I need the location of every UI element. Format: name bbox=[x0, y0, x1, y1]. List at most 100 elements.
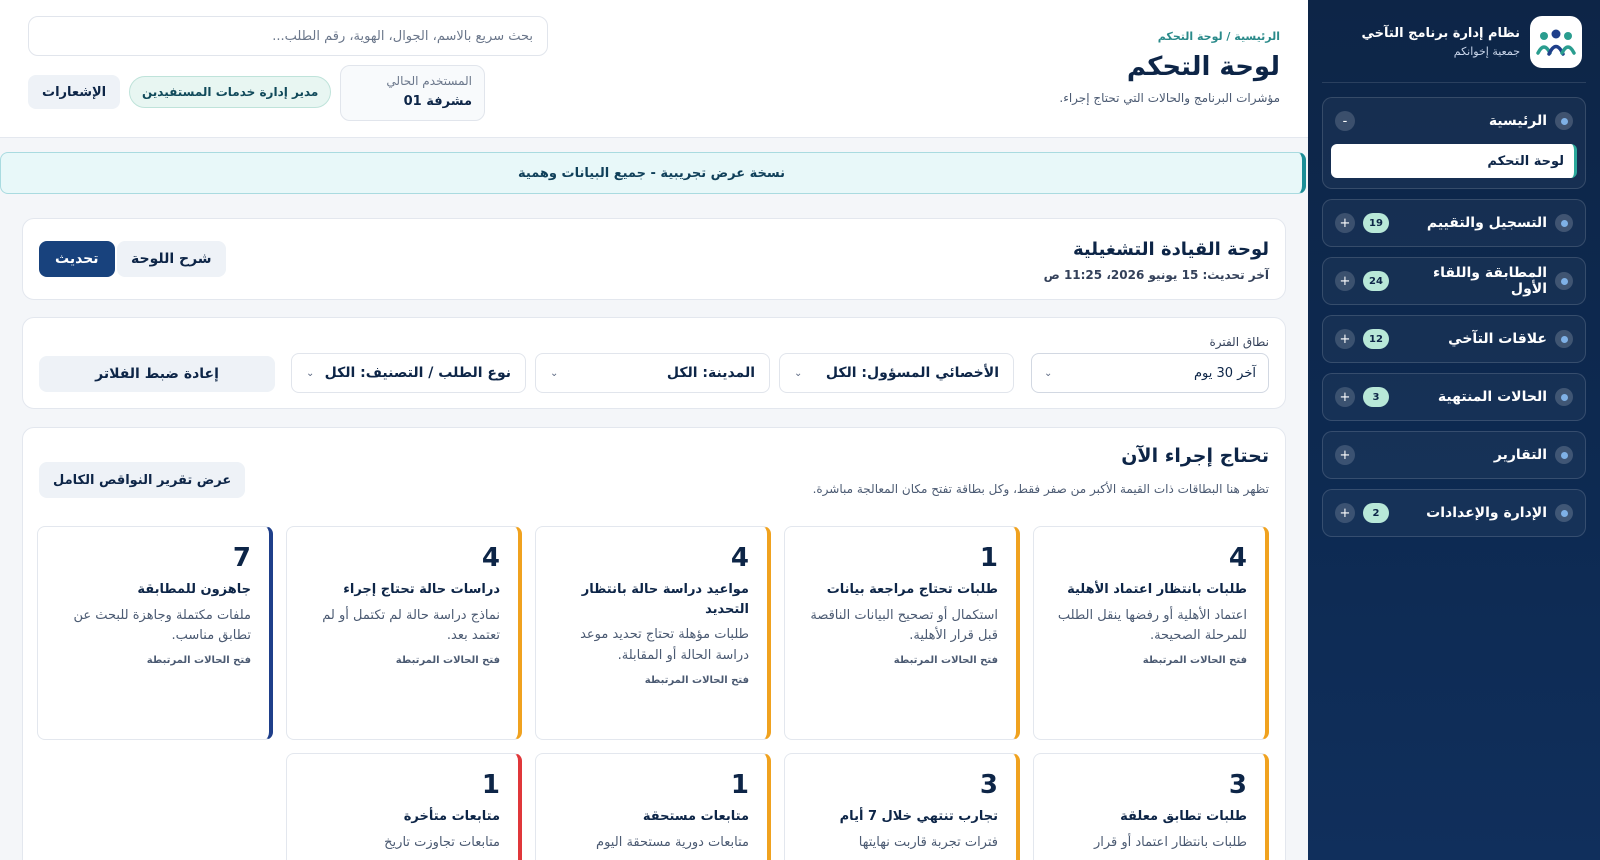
nav-group-registration-header[interactable]: التسجيل والتقييم 19 + bbox=[1323, 200, 1585, 246]
current-user-label: المستخدم الحالي bbox=[386, 74, 472, 88]
kpi-description: ملفات مكتملة وجاهزة للبحث عن تطابق مناسب… bbox=[73, 607, 251, 644]
nav-sub-list: لوحة التحكم bbox=[1323, 144, 1585, 188]
nav-dot-icon bbox=[1555, 504, 1573, 522]
period-label: نطاق الفترة bbox=[1209, 335, 1269, 349]
expand-toggle-button[interactable]: + bbox=[1335, 213, 1355, 233]
kpi-title: تجارب تنتهي خلال 7 أيام bbox=[839, 809, 998, 825]
kpi-open-link[interactable]: فتح الحالات المرتبطة bbox=[801, 655, 998, 666]
brand-subtitle: جمعية إخوانكم bbox=[1453, 45, 1520, 58]
expand-toggle-button[interactable]: + bbox=[1335, 329, 1355, 349]
nav-dot-icon bbox=[1555, 388, 1573, 406]
nav-group-label: التسجيل والتقييم bbox=[1426, 215, 1547, 231]
kpi-title: جاهزون للمطابقة bbox=[137, 582, 251, 598]
nav-group-closed-cases: الحالات المنتهية 3 + bbox=[1322, 373, 1586, 421]
nav-group-relations-header[interactable]: علاقات التآخي 12 + bbox=[1323, 316, 1585, 362]
kpi-open-link[interactable]: فتح الحالات المرتبطة bbox=[303, 655, 500, 666]
kpi-title: متابعات مستحقة bbox=[642, 809, 749, 825]
nav-group-closed-cases-header[interactable]: الحالات المنتهية 3 + bbox=[1323, 374, 1585, 420]
kpi-value: 4 bbox=[730, 543, 749, 573]
kpi-value: 1 bbox=[979, 543, 998, 573]
sidebar-item-dashboard[interactable]: لوحة التحكم bbox=[1331, 144, 1577, 178]
nav-group-admin-header[interactable]: الإدارة والإعدادات 2 + bbox=[1323, 490, 1585, 536]
chevron-down-icon: ⌄ bbox=[1044, 367, 1053, 379]
ops-dashboard-card: لوحة القيادة التشغيلية آخر تحديث: 15 يون… bbox=[22, 218, 1286, 300]
kpi-card-pending-matches[interactable]: 3 طلبات تطابق معلقة طلبات بانتظار اعتماد… bbox=[1033, 753, 1269, 860]
kpi-card-case-study-appointments[interactable]: 4 مواعيد دراسة حالة بانتظار التحديد طلبا… bbox=[535, 526, 771, 740]
kpi-open-link[interactable]: فتح الحالات المرتبطة bbox=[552, 675, 749, 686]
count-badge: 24 bbox=[1363, 271, 1389, 291]
chevron-down-icon: ⌄ bbox=[794, 367, 803, 379]
kpi-title: متابعات متأخرة bbox=[403, 809, 500, 825]
city-select-value: المدينة: الكل bbox=[666, 365, 755, 381]
action-needed-title: تحتاج إجراء الآن bbox=[1121, 445, 1269, 467]
nav-group-label: التقارير bbox=[1493, 447, 1547, 463]
nav-group-admin: الإدارة والإعدادات 2 + bbox=[1322, 489, 1586, 537]
nav-group-matching: المطابقة واللقاء الأول 24 + bbox=[1322, 257, 1586, 305]
nav-group-registration: التسجيل والتقييم 19 + bbox=[1322, 199, 1586, 247]
kpi-title: طلبات تحتاج مراجعة بيانات bbox=[826, 582, 998, 598]
kpi-card-late-followups[interactable]: 1 متابعات متأخرة متابعات تجاوزت تاريخ bbox=[286, 753, 522, 860]
ops-dashboard-title: لوحة القيادة التشغيلية bbox=[1072, 239, 1269, 260]
count-badge: 2 bbox=[1363, 503, 1389, 523]
brand-title: نظام إدارة برنامج التآخي bbox=[1361, 26, 1520, 41]
nav-dot-icon bbox=[1555, 272, 1573, 290]
kpi-card-due-followups[interactable]: 1 متابعات مستحقة متابعات دورية مستحقة ال… bbox=[535, 753, 771, 860]
search-input[interactable]: بحث سريع بالاسم، الجوال، الهوية، رقم الط… bbox=[28, 16, 548, 56]
filters-card: نطاق الفترة آخر 30 يوم ⌄ الأخصائي المسؤو… bbox=[22, 317, 1286, 409]
count-badge: 3 bbox=[1363, 387, 1389, 407]
nav-dot-icon bbox=[1555, 112, 1573, 130]
kpi-value: 3 bbox=[1228, 770, 1247, 800]
kpi-card-trials-ending[interactable]: 3 تجارب تنتهي خلال 7 أيام فترات تجربة قا… bbox=[784, 753, 1020, 860]
expand-toggle-button[interactable]: + bbox=[1335, 445, 1355, 465]
role-badge: مدير إدارة خدمات المستفيدين bbox=[129, 76, 332, 108]
kpi-open-link[interactable]: فتح الحالات المرتبطة bbox=[54, 655, 251, 666]
kpi-description: متابعات دورية مستحقة اليوم bbox=[596, 834, 749, 850]
kpi-card-data-review[interactable]: 1 طلبات تحتاج مراجعة بيانات استكمال أو ت… bbox=[784, 526, 1020, 740]
nav-group-matching-header[interactable]: المطابقة واللقاء الأول 24 + bbox=[1323, 258, 1585, 304]
action-needed-subtitle: تظهر هنا البطاقات ذات القيمة الأكبر من ص… bbox=[812, 482, 1269, 496]
kpi-description: نماذج دراسة حالة لم تكتمل أو لم تعتمد بع… bbox=[322, 607, 500, 644]
full-report-button[interactable]: عرض تقرير النواقص الكامل bbox=[39, 462, 246, 498]
kpi-title: دراسات حالة تحتاج إجراء bbox=[343, 582, 500, 598]
kpi-description: متابعات تجاوزت تاريخ bbox=[384, 834, 500, 850]
explain-dashboard-button[interactable]: شرح اللوحة bbox=[117, 241, 226, 277]
kpi-value: 7 bbox=[232, 543, 251, 573]
action-needed-card: تحتاج إجراء الآن تظهر هنا البطاقات ذات ا… bbox=[22, 427, 1286, 860]
nav-dot-icon bbox=[1555, 446, 1573, 464]
specialist-select[interactable]: الأخصائي المسؤول: الكل ⌄ bbox=[779, 353, 1014, 393]
page-subtitle: مؤشرات البرنامج والحالات التي تحتاج إجرا… bbox=[1059, 91, 1280, 105]
kpi-value: 1 bbox=[730, 770, 749, 800]
nav-group-home-header[interactable]: الرئيسية - bbox=[1323, 98, 1585, 144]
kpi-title: طلبات بانتظار اعتماد الأهلية bbox=[1067, 582, 1247, 598]
nav-group-label: علاقات التآخي bbox=[1448, 331, 1547, 347]
kpi-card-case-studies[interactable]: 4 دراسات حالة تحتاج إجراء نماذج دراسة حا… bbox=[286, 526, 522, 740]
breadcrumb[interactable]: الرئيسية / لوحة التحكم bbox=[1158, 30, 1280, 43]
kpi-card-eligibility[interactable]: 4 طلبات بانتظار اعتماد الأهلية اعتماد ال… bbox=[1033, 526, 1269, 740]
kpi-value: 1 bbox=[481, 770, 500, 800]
request-type-select[interactable]: نوع الطلب / التصنيف: الكل ⌄ bbox=[291, 353, 526, 393]
expand-toggle-button[interactable]: + bbox=[1335, 387, 1355, 407]
period-select[interactable]: آخر 30 يوم ⌄ bbox=[1031, 353, 1269, 393]
chevron-down-icon: ⌄ bbox=[306, 367, 315, 379]
kpi-open-link[interactable]: فتح الحالات المرتبطة bbox=[1050, 655, 1247, 666]
kpi-title: طلبات تطابق معلقة bbox=[1120, 809, 1247, 825]
sidebar-divider bbox=[1322, 82, 1586, 83]
expand-toggle-button[interactable]: + bbox=[1335, 503, 1355, 523]
kpi-value: 4 bbox=[481, 543, 500, 573]
page-title: لوحة التحكم bbox=[1126, 52, 1280, 82]
notifications-button[interactable]: الإشعارات bbox=[28, 75, 121, 109]
nav-group-reports: التقارير + bbox=[1322, 431, 1586, 479]
current-user-name: مشرفة 01 bbox=[403, 94, 472, 109]
reset-filters-button[interactable]: إعادة ضبط الفلاتر bbox=[39, 356, 275, 392]
chevron-down-icon: ⌄ bbox=[550, 367, 559, 379]
nav-group-reports-header[interactable]: التقارير + bbox=[1323, 432, 1585, 478]
kpi-card-ready-for-matching[interactable]: 7 جاهزون للمطابقة ملفات مكتملة وجاهزة لل… bbox=[37, 526, 273, 740]
refresh-button[interactable]: تحديث bbox=[39, 241, 115, 277]
request-type-select-value: نوع الطلب / التصنيف: الكل bbox=[324, 365, 511, 381]
collapse-toggle-button[interactable]: - bbox=[1335, 111, 1355, 131]
expand-toggle-button[interactable]: + bbox=[1335, 271, 1355, 291]
nav-dot-icon bbox=[1555, 330, 1573, 348]
nav-group-label: الرئيسية bbox=[1488, 113, 1547, 129]
city-select[interactable]: المدينة: الكل ⌄ bbox=[535, 353, 770, 393]
kpi-description: استكمال أو تصحيح البيانات الناقصة قبل قر… bbox=[810, 607, 998, 644]
